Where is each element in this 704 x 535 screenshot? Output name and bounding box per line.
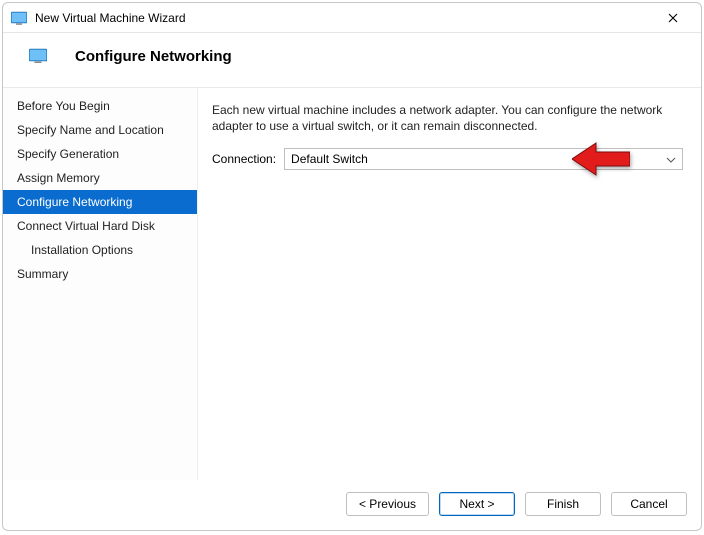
window-title: New Virtual Machine Wizard: [35, 11, 653, 25]
step-label: Connect Virtual Hard Disk: [17, 219, 155, 233]
step-installation-options[interactable]: Installation Options: [3, 238, 197, 262]
step-summary[interactable]: Summary: [3, 262, 197, 286]
wizard-content: Each new virtual machine includes a netw…: [198, 88, 701, 480]
step-before-you-begin[interactable]: Before You Begin: [3, 94, 197, 118]
chevron-down-icon: [666, 152, 676, 166]
wizard-window: New Virtual Machine Wizard Configure Net…: [2, 2, 702, 531]
step-label: Installation Options: [31, 243, 133, 257]
next-button[interactable]: Next >: [439, 492, 515, 516]
step-label: Specify Generation: [17, 147, 119, 161]
app-icon: [11, 10, 27, 26]
wizard-header: Configure Networking: [3, 33, 701, 88]
step-specify-name-location[interactable]: Specify Name and Location: [3, 118, 197, 142]
header-icon: [29, 47, 47, 65]
page-description: Each new virtual machine includes a netw…: [212, 102, 683, 134]
connection-select[interactable]: Default Switch: [284, 148, 683, 170]
step-label: Summary: [17, 267, 68, 281]
step-label: Configure Networking: [17, 195, 132, 209]
step-label: Before You Begin: [17, 99, 110, 113]
connection-label: Connection:: [212, 152, 276, 166]
step-label: Assign Memory: [17, 171, 100, 185]
wizard-body: Before You Begin Specify Name and Locati…: [3, 88, 701, 480]
step-connect-virtual-hard-disk[interactable]: Connect Virtual Hard Disk: [3, 214, 197, 238]
connection-field: Connection: Default Switch: [212, 148, 683, 170]
connection-selected-value: Default Switch: [291, 152, 368, 166]
wizard-footer: < Previous Next > Finish Cancel: [3, 480, 701, 530]
step-configure-networking[interactable]: Configure Networking: [3, 190, 197, 214]
previous-button[interactable]: < Previous: [346, 492, 429, 516]
titlebar: New Virtual Machine Wizard: [3, 3, 701, 33]
wizard-steps-sidebar: Before You Begin Specify Name and Locati…: [3, 88, 198, 480]
step-specify-generation[interactable]: Specify Generation: [3, 142, 197, 166]
page-title: Configure Networking: [75, 48, 232, 65]
close-button[interactable]: [653, 3, 693, 33]
cancel-button[interactable]: Cancel: [611, 492, 687, 516]
finish-button[interactable]: Finish: [525, 492, 601, 516]
step-assign-memory[interactable]: Assign Memory: [3, 166, 197, 190]
step-label: Specify Name and Location: [17, 123, 164, 137]
